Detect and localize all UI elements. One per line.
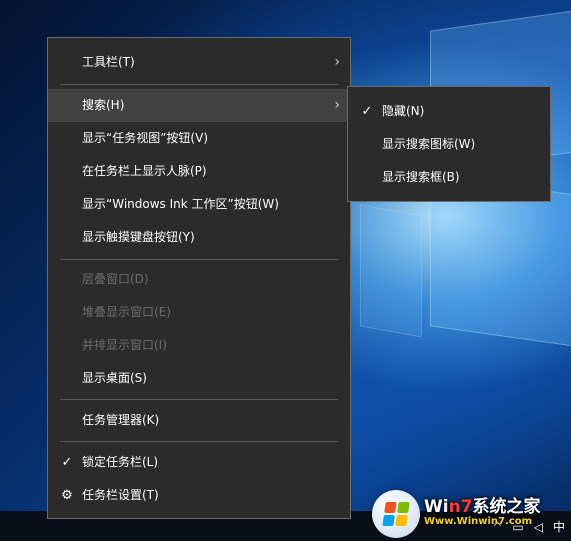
menu-item-show-touch-keyboard[interactable]: 显示触摸键盘按钮(Y) — [48, 221, 350, 254]
watermark-url: Www.Winwin7.com — [424, 516, 533, 527]
menu-item-show-people[interactable]: 在任务栏上显示人脉(P) — [48, 155, 350, 188]
submenu-item-show-search-icon[interactable]: 显示搜索图标(W) — [348, 128, 550, 161]
menu-item-side-by-side-windows: 并排显示窗口(I) — [82, 338, 167, 352]
submenu-item-hidden[interactable]: ✓ 隐藏(N) — [348, 95, 550, 128]
volume-icon[interactable]: ◁ — [534, 520, 543, 534]
taskbar-context-menu: 工具栏(T) › 搜索(H) › 显示“任务视图”按钮(V) 在任务栏上显示人脉… — [47, 37, 351, 519]
menu-item-show-desktop[interactable]: 显示桌面(S) — [48, 362, 350, 395]
menu-item-search[interactable]: 搜索(H) › — [48, 89, 350, 122]
menu-item-toolbars[interactable]: 工具栏(T) › — [48, 46, 350, 79]
menu-item-show-task-view[interactable]: 显示“任务视图”按钮(V) — [48, 122, 350, 155]
menu-separator — [60, 399, 338, 400]
search-submenu: ✓ 隐藏(N) 显示搜索图标(W) 显示搜索框(B) — [347, 86, 551, 202]
chevron-right-icon: › — [334, 97, 340, 113]
windows-logo-watermark — [372, 490, 420, 538]
windows-flag-icon — [382, 502, 410, 526]
menu-item-cascade-windows: 层叠窗口(D) — [82, 272, 149, 286]
wallpaper-window-pane — [360, 204, 422, 338]
checkmark-icon: ✓ — [61, 455, 73, 470]
menu-separator — [60, 84, 338, 85]
watermark-brand: Win7系统之家 — [424, 497, 541, 517]
checkmark-icon: ✓ — [361, 104, 373, 119]
menu-separator — [60, 259, 338, 260]
menu-separator — [60, 441, 338, 442]
menu-item-stack-windows: 堆叠显示窗口(E) — [82, 305, 171, 319]
chevron-right-icon: › — [334, 54, 340, 70]
menu-item-show-windows-ink[interactable]: 显示“Windows Ink 工作区”按钮(W) — [48, 188, 350, 221]
menu-item-lock-taskbar[interactable]: ✓ 锁定任务栏(L) — [48, 446, 350, 479]
submenu-item-show-search-box[interactable]: 显示搜索框(B) — [348, 161, 550, 194]
gear-icon: ⚙ — [61, 488, 73, 503]
ime-indicator[interactable]: 中 — [553, 518, 565, 535]
menu-item-task-manager[interactable]: 任务管理器(K) — [48, 404, 350, 437]
menu-item-taskbar-settings[interactable]: ⚙ 任务栏设置(T) — [48, 479, 350, 512]
